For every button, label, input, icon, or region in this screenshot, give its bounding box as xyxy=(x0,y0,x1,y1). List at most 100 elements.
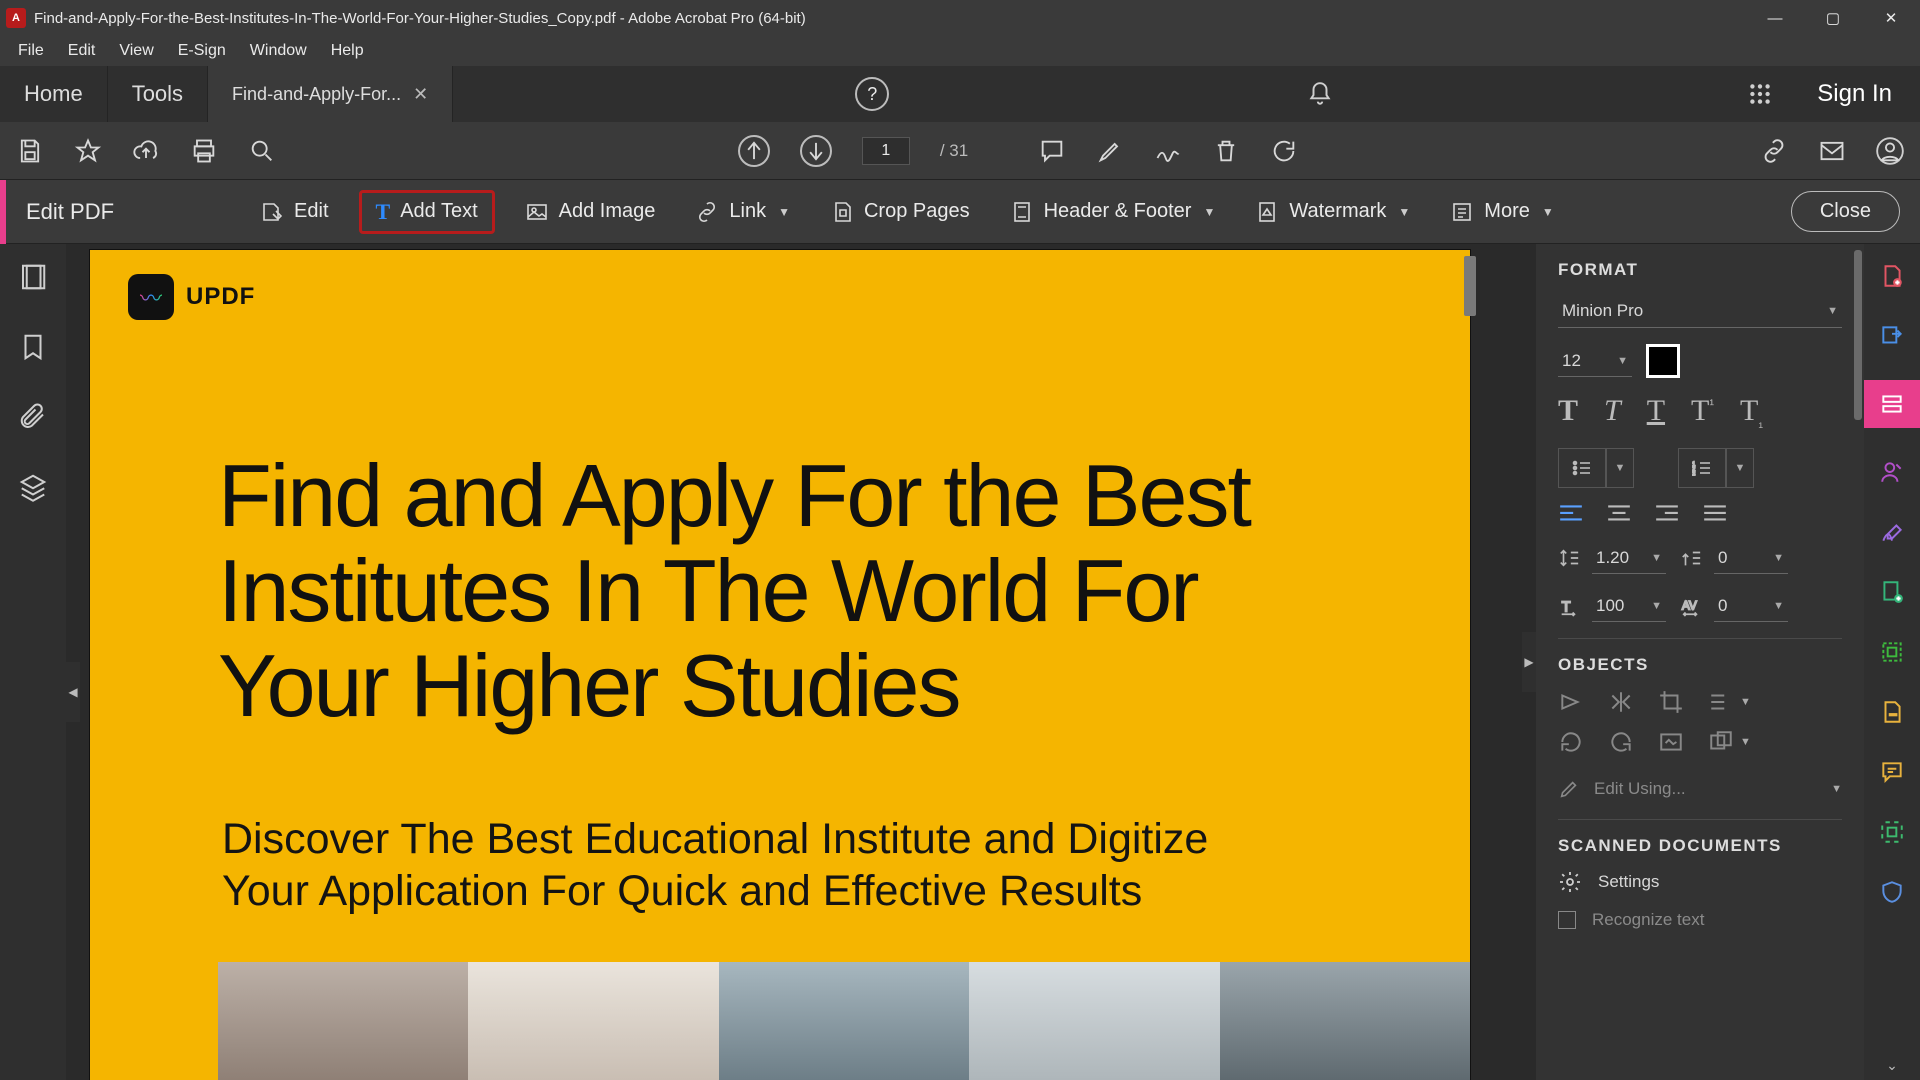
menu-esign[interactable]: E-Sign xyxy=(166,38,238,64)
star-icon[interactable] xyxy=(74,137,102,165)
close-window-button[interactable]: ✕ xyxy=(1862,0,1920,36)
redact-button[interactable] xyxy=(1876,696,1908,728)
organize-pages-button[interactable] xyxy=(1876,576,1908,608)
layers-icon[interactable] xyxy=(18,472,48,502)
bullet-list-group[interactable]: ▼ xyxy=(1558,448,1634,488)
close-edit-button[interactable]: Close xyxy=(1791,191,1900,232)
flip-vertical-button[interactable] xyxy=(1558,689,1584,715)
replace-image-button[interactable] xyxy=(1658,729,1684,755)
flip-horizontal-button[interactable] xyxy=(1608,689,1634,715)
account-icon[interactable] xyxy=(1876,137,1904,165)
highlight-icon[interactable] xyxy=(1096,137,1124,165)
link-icon xyxy=(695,200,719,224)
rotate-ccw-button[interactable] xyxy=(1558,729,1584,755)
bullet-list-dropdown[interactable]: ▼ xyxy=(1606,448,1634,488)
page-scrollbar[interactable] xyxy=(1464,256,1476,316)
line-spacing-control[interactable]: 1.20▼ xyxy=(1558,542,1666,574)
menu-view[interactable]: View xyxy=(107,38,165,64)
align-justify-button[interactable] xyxy=(1702,504,1728,524)
help-button[interactable]: ? xyxy=(835,66,909,122)
link-button[interactable]: Link▼ xyxy=(685,194,800,230)
number-list-dropdown[interactable]: ▼ xyxy=(1726,448,1754,488)
chevron-down-icon[interactable]: ⌄ xyxy=(1886,1057,1898,1074)
header-footer-button[interactable]: Header & Footer▼ xyxy=(1000,194,1226,230)
share-link-icon[interactable] xyxy=(1760,137,1788,165)
subscript-button[interactable]: T₁ xyxy=(1740,394,1763,430)
number-list-group[interactable]: 123▼ xyxy=(1678,448,1754,488)
align-right-button[interactable] xyxy=(1654,504,1680,524)
align-center-button[interactable] xyxy=(1606,504,1632,524)
protect-button[interactable] xyxy=(1876,876,1908,908)
settings-button[interactable]: Settings xyxy=(1558,870,1842,894)
align-objects-button[interactable] xyxy=(1708,729,1734,755)
horizontal-scale-control[interactable]: T100▼ xyxy=(1558,590,1666,622)
arrange-button[interactable] xyxy=(1708,689,1734,715)
tracking-control[interactable]: AV0▼ xyxy=(1680,590,1788,622)
font-family-dropdown[interactable]: Minion Pro▼ xyxy=(1558,294,1842,328)
watermark-label: Watermark xyxy=(1289,200,1386,223)
crop-pages-button[interactable]: Crop Pages xyxy=(820,194,980,230)
apps-button[interactable] xyxy=(1731,66,1789,122)
delete-icon[interactable] xyxy=(1212,137,1240,165)
underline-button[interactable]: T xyxy=(1647,394,1665,430)
align-left-button[interactable] xyxy=(1558,504,1584,524)
document-viewport[interactable]: 〰 UPDF Find and Apply For the Best Insti… xyxy=(66,244,1522,1080)
italic-button[interactable]: T xyxy=(1604,394,1621,430)
add-image-button[interactable]: Add Image xyxy=(515,194,666,230)
bold-button[interactable]: T xyxy=(1558,394,1578,430)
more-button[interactable]: More▼ xyxy=(1440,194,1563,230)
comment-rail-button[interactable] xyxy=(1876,756,1908,788)
edit-button[interactable]: Edit xyxy=(250,194,338,230)
font-color-swatch[interactable] xyxy=(1646,344,1680,378)
cloud-upload-icon[interactable] xyxy=(132,137,160,165)
rotate-icon[interactable] xyxy=(1270,137,1298,165)
menu-window[interactable]: Window xyxy=(238,38,319,64)
superscript-button[interactable]: T¹ xyxy=(1691,394,1714,430)
notifications-button[interactable] xyxy=(1291,66,1349,122)
crop-object-button[interactable] xyxy=(1658,689,1684,715)
fill-sign-button[interactable] xyxy=(1876,516,1908,548)
menu-file[interactable]: File xyxy=(6,38,56,64)
create-pdf-button[interactable] xyxy=(1876,260,1908,292)
font-family-value: Minion Pro xyxy=(1562,301,1643,321)
scan-ocr-button[interactable] xyxy=(1876,816,1908,848)
compress-button[interactable] xyxy=(1876,636,1908,668)
rotate-cw-button[interactable] xyxy=(1608,729,1634,755)
font-size-dropdown[interactable]: 12▼ xyxy=(1558,345,1632,377)
export-pdf-button[interactable] xyxy=(1876,320,1908,352)
watermark-button[interactable]: Watermark▼ xyxy=(1245,194,1420,230)
crop-label: Crop Pages xyxy=(864,200,970,223)
tab-document[interactable]: Find-and-Apply-For... ✕ xyxy=(208,66,453,122)
page-down-button[interactable] xyxy=(800,135,832,167)
sign-icon[interactable] xyxy=(1154,137,1182,165)
edit-pdf-rail-button[interactable] xyxy=(1864,380,1920,428)
expand-right-handle[interactable]: ▶ xyxy=(1522,632,1536,692)
request-signatures-button[interactable] xyxy=(1876,456,1908,488)
space-before-control[interactable]: 0▼ xyxy=(1680,542,1788,574)
page-up-button[interactable] xyxy=(738,135,770,167)
format-scrollbar[interactable] xyxy=(1854,250,1862,420)
sign-in-button[interactable]: Sign In xyxy=(1789,66,1920,122)
thumbnails-icon[interactable] xyxy=(18,262,48,292)
page-number-input[interactable] xyxy=(862,137,910,165)
tab-tools[interactable]: Tools xyxy=(108,66,208,122)
add-text-button[interactable]: TAdd Text xyxy=(359,190,495,234)
minimize-button[interactable]: ― xyxy=(1746,0,1804,36)
edit-using-dropdown[interactable]: Edit Using... ▼ xyxy=(1558,769,1842,809)
attachment-icon[interactable] xyxy=(18,402,48,432)
tab-home[interactable]: Home xyxy=(0,66,108,122)
save-icon[interactable] xyxy=(16,137,44,165)
recognize-text-checkbox[interactable]: Recognize text xyxy=(1558,910,1842,930)
search-icon[interactable] xyxy=(248,137,276,165)
email-icon[interactable] xyxy=(1818,137,1846,165)
maximize-button[interactable]: ▢ xyxy=(1804,0,1862,36)
bookmark-icon[interactable] xyxy=(18,332,48,362)
menu-edit[interactable]: Edit xyxy=(56,38,108,64)
tab-close-icon[interactable]: ✕ xyxy=(413,84,428,105)
number-list-button[interactable]: 123 xyxy=(1678,448,1726,488)
print-icon[interactable] xyxy=(190,137,218,165)
svg-text:3: 3 xyxy=(1692,472,1696,476)
bullet-list-button[interactable] xyxy=(1558,448,1606,488)
menu-help[interactable]: Help xyxy=(319,38,376,64)
comment-icon[interactable] xyxy=(1038,137,1066,165)
